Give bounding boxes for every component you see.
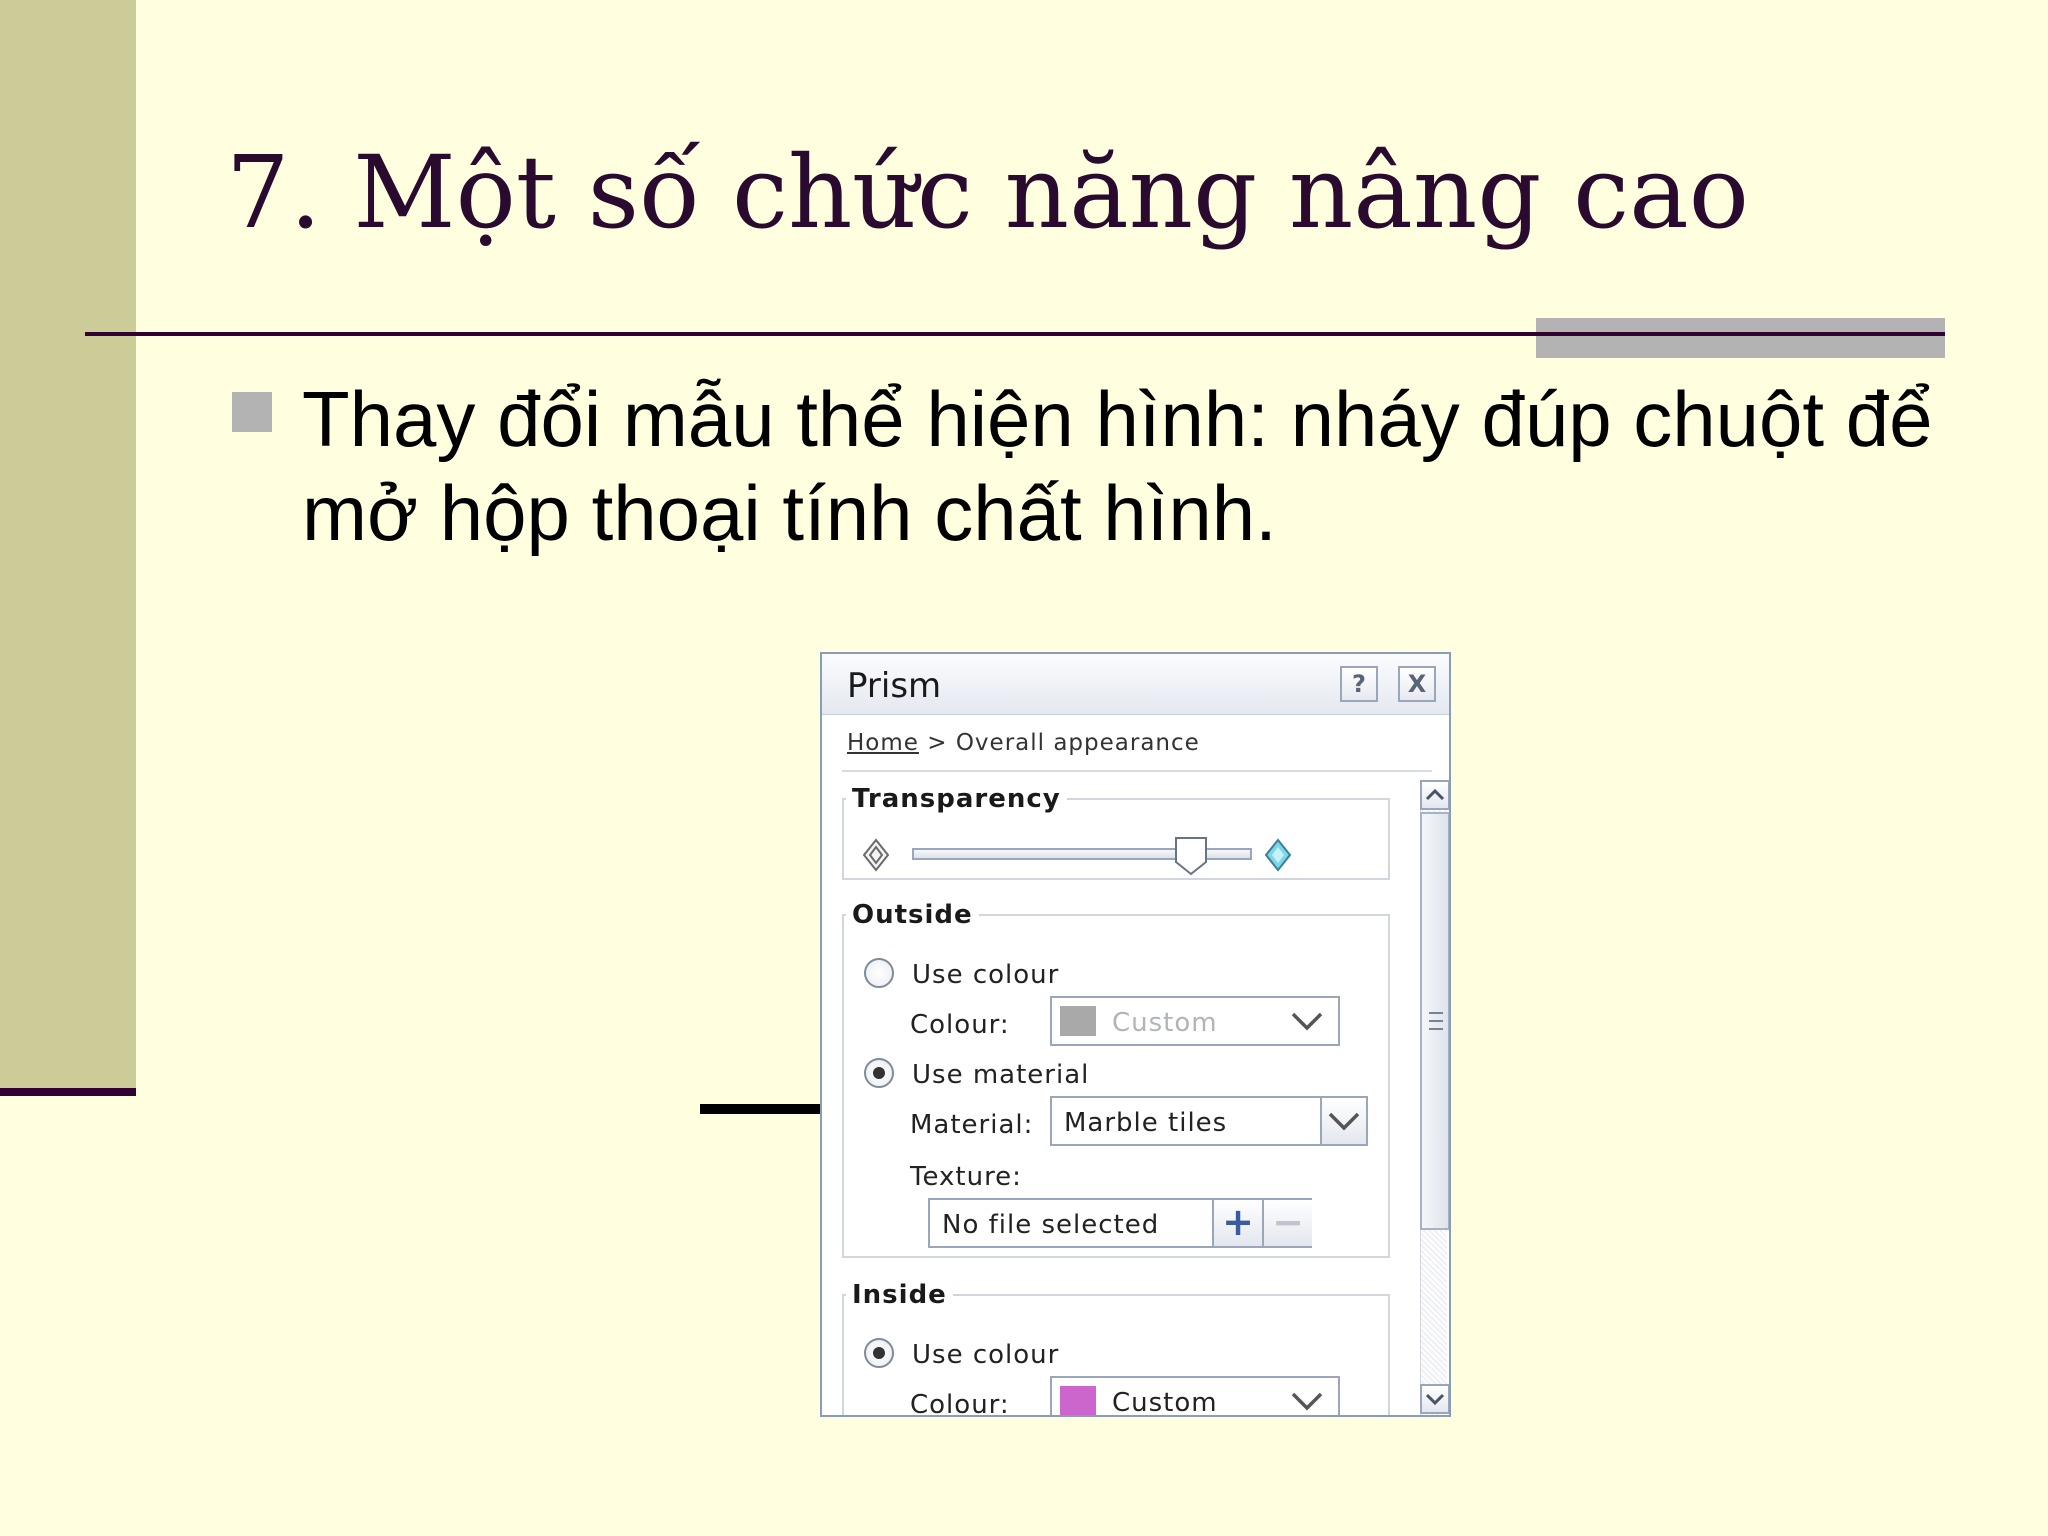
- outside-group: Outside Use colour Colour: Custom Use ma…: [842, 900, 1390, 1258]
- title-divider-accent: [1536, 318, 1945, 358]
- material-value: Marble tiles: [1064, 1108, 1228, 1138]
- add-texture-button[interactable]: +: [1212, 1200, 1262, 1246]
- material-dropdown-button[interactable]: [1320, 1098, 1366, 1144]
- inside-use-colour-radio[interactable]: [864, 1338, 894, 1368]
- inside-use-colour-label: Use colour: [912, 1340, 1060, 1370]
- opaque-diamond-icon: [862, 838, 890, 872]
- transparency-legend: Transparency: [852, 784, 1061, 814]
- breadcrumb-separator: >: [918, 730, 956, 756]
- dialog-title: Prism: [847, 666, 942, 706]
- close-button[interactable]: X: [1398, 666, 1436, 702]
- chevron-down-icon: [1328, 1112, 1360, 1131]
- bullet-text: Thay đổi mẫu thể hiện hình: nháy đúp chu…: [302, 375, 1933, 557]
- sidebar-band: [0, 0, 136, 1088]
- sidebar-rule: [0, 1088, 136, 1096]
- transparency-group: Transparency: [842, 784, 1390, 880]
- breadcrumb-divider: [842, 770, 1432, 772]
- outside-use-colour-radio[interactable]: [864, 958, 894, 988]
- slider-thumb-icon[interactable]: [1174, 836, 1208, 876]
- slide-title: 7. Một số chức năng nâng cao: [226, 134, 1749, 251]
- inside-colour-select[interactable]: Custom: [1050, 1376, 1340, 1417]
- chevron-up-icon: [1425, 788, 1445, 801]
- chevron-down-icon: [1291, 1012, 1323, 1031]
- transparency-slider[interactable]: [912, 837, 1252, 876]
- outside-colour-swatch: [1060, 1006, 1096, 1036]
- outside-colour-label: Colour:: [910, 1010, 1010, 1040]
- inside-colour-label: Colour:: [910, 1390, 1010, 1417]
- outside-colour-value: Custom: [1112, 1008, 1218, 1038]
- help-button[interactable]: ?: [1340, 666, 1378, 702]
- dialog-titlebar: Prism ? X: [822, 654, 1449, 715]
- grip-line: [1429, 1020, 1443, 1022]
- grip-line: [1429, 1012, 1443, 1014]
- outside-legend: Outside: [852, 900, 973, 930]
- transparent-diamond-icon: [1264, 838, 1292, 872]
- scroll-up-button[interactable]: [1420, 780, 1449, 810]
- inside-colour-value: Custom: [1112, 1388, 1218, 1417]
- texture-file-field[interactable]: No file selected + −: [928, 1198, 1312, 1248]
- material-select[interactable]: Marble tiles: [1050, 1096, 1368, 1146]
- breadcrumb-current: Overall appearance: [955, 730, 1200, 756]
- texture-file-value: No file selected: [942, 1210, 1160, 1240]
- chevron-down-icon: [1291, 1392, 1323, 1411]
- outside-colour-select[interactable]: Custom: [1050, 996, 1340, 1046]
- bullet-square-icon: [232, 392, 272, 432]
- outside-use-colour-label: Use colour: [912, 960, 1060, 990]
- outside-use-material-label: Use material: [912, 1060, 1090, 1090]
- breadcrumb: Home > Overall appearance: [847, 730, 1200, 756]
- remove-texture-button[interactable]: −: [1262, 1200, 1312, 1246]
- texture-label: Texture:: [910, 1162, 1022, 1192]
- chevron-down-icon: [1425, 1393, 1445, 1406]
- breadcrumb-home-link[interactable]: Home: [847, 730, 919, 756]
- inside-legend: Inside: [852, 1280, 947, 1310]
- grip-line: [1429, 1028, 1443, 1030]
- inside-group: Inside Use colour Colour: Custom: [842, 1280, 1390, 1417]
- prism-dialog: Prism ? X Home > Overall appearance Tran…: [820, 652, 1451, 1417]
- scroll-down-button[interactable]: [1420, 1384, 1449, 1414]
- outside-use-material-radio[interactable]: [864, 1058, 894, 1088]
- outside-material-label: Material:: [910, 1110, 1034, 1140]
- inside-colour-swatch: [1060, 1386, 1096, 1415]
- scrollbar-thumb[interactable]: [1420, 812, 1449, 1230]
